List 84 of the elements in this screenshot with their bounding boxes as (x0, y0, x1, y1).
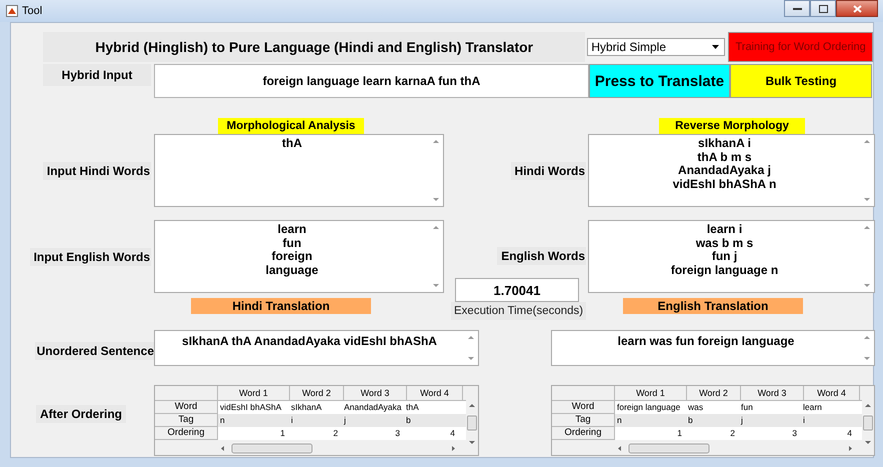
word-entry: AnandadAyaka j (677, 164, 772, 178)
bulk-testing-button[interactable]: Bulk Testing (730, 64, 872, 98)
word-entry: thA (281, 137, 303, 150)
table-corner (155, 386, 218, 401)
table-cell-text: n (616, 414, 623, 427)
app-icon (6, 5, 18, 17)
execution-time-label: Execution Time(seconds) (451, 302, 586, 320)
table-cell-text: b (687, 414, 694, 427)
word-entry: was b m s (694, 236, 754, 250)
table-cell-text: 3 (791, 427, 798, 440)
word-list-box[interactable]: learn fun foreign language (154, 220, 444, 293)
table-cell-text: 1 (279, 427, 286, 440)
table-cell-text: AnandadAyaka (343, 401, 403, 414)
sentence-text: sIkhanA thA AnandadAyaka vidEshI bhAShA (181, 333, 438, 350)
minimize-icon (792, 6, 802, 10)
table-cell-text: fun (740, 401, 754, 414)
window-title: Tool (22, 5, 42, 17)
field-label: Hindi Words (510, 162, 586, 180)
minimize-button[interactable] (784, 0, 810, 17)
close-button[interactable] (836, 0, 878, 17)
row-header: Word (552, 401, 615, 414)
table-corner (552, 386, 615, 401)
table-cell-text: 3 (394, 427, 401, 440)
table-cell-text: foreign language (616, 401, 682, 414)
word-entry: learn i (706, 223, 744, 236)
table-cell-text: sIkhanA (290, 401, 323, 414)
execution-time-field: 1.70041 (455, 278, 579, 302)
table-cell-text: 4 (449, 427, 456, 440)
maximize-button[interactable] (810, 0, 836, 17)
table-cell-text: b (405, 414, 412, 427)
sentence-box[interactable]: sIkhanA thA AnandadAyaka vidEshI bhAShA (154, 330, 479, 366)
translation-heading: Hindi Translation (191, 298, 371, 314)
word-entry: vidEshI bhAShA n (672, 178, 778, 191)
row-header: Tag (155, 414, 218, 427)
table-cell-text: learn (802, 401, 823, 414)
table-cell-text: j (740, 414, 744, 427)
sentence-text: learn was fun foreign language (616, 333, 796, 350)
table-cell-text: j (342, 414, 347, 427)
after-ordering-label: After Ordering (36, 405, 126, 423)
app-title: Hybrid (Hinglish) to Pure Language (Hindi and English) Translator (43, 32, 586, 62)
word-list-box[interactable]: thA (154, 134, 444, 207)
table-cell-text: was (687, 401, 704, 414)
scrollbar[interactable] (862, 401, 874, 447)
word-entry: language (264, 264, 320, 277)
table-cell-text: 2 (729, 427, 736, 440)
hybrid-input-label: Hybrid Input (43, 64, 151, 86)
table-cell-text: vidEshI bhAShA (219, 401, 282, 414)
row-header: Word (155, 401, 218, 414)
word-entry: sIkhanA i (697, 137, 752, 150)
field-label: English Words (497, 247, 586, 265)
word-entry: foreign language n (670, 264, 780, 277)
dropdown-arrow-icon (712, 45, 720, 49)
word-list-box[interactable]: learn i was b m s fun j foreign language n (588, 220, 875, 293)
table-cell-text: i (290, 414, 294, 427)
section-heading: Reverse Morphology (659, 118, 805, 134)
translate-button[interactable]: Press to Translate (589, 64, 730, 98)
word-entry: learn (276, 223, 308, 236)
table-cell-text: 2 (332, 427, 339, 440)
hybrid-input-field[interactable]: foreign language learn karnaA fun thA (154, 64, 589, 98)
word-entry: fun j (710, 250, 738, 264)
row-header: Tag (552, 414, 615, 427)
table-cell-text: thA (405, 401, 420, 414)
sentence-box[interactable]: learn was fun foreign language (551, 330, 875, 366)
scrollbar[interactable] (466, 401, 478, 447)
maximize-icon (818, 4, 828, 12)
row-header: Ordering (155, 427, 218, 440)
ordering-table[interactable]: Word 1 Word 2 Word 3 Word 4 Word foreign language was fun learn Tag n b j i Ordering 1 2 3 4 (551, 385, 875, 456)
section-heading: Morphological Analysis (218, 118, 364, 134)
word-entry: fun (282, 236, 302, 250)
word-list-box[interactable]: sIkhanA i thA b m s AnandadAyaka j vidEshI bhAShA n (588, 134, 875, 207)
mode-dropdown[interactable]: Hybrid Simple (587, 38, 726, 56)
field-label: Input Hindi Words (42, 162, 151, 180)
close-icon (852, 4, 862, 12)
row-header: Ordering (552, 427, 615, 440)
translation-heading: English Translation (623, 298, 803, 314)
ordering-table[interactable]: Word 1 Word 2 Word 3 Word 4 Word vidEshI bhAShA sIkhanA AnandadAyaka thA Tag n i j b Ordering 1 2 3 4 (154, 385, 479, 456)
table-cell-text: 4 (846, 427, 853, 440)
word-entry: thA b m s (696, 150, 753, 164)
unordered-sentence-label: Unordered Sentence (34, 342, 154, 360)
table-cell-text: n (219, 414, 226, 427)
table-cell-text: 1 (676, 427, 683, 440)
word-entry: foreign (270, 250, 314, 264)
table-cell-text: i (802, 414, 806, 427)
field-label: Input English Words (30, 248, 151, 266)
